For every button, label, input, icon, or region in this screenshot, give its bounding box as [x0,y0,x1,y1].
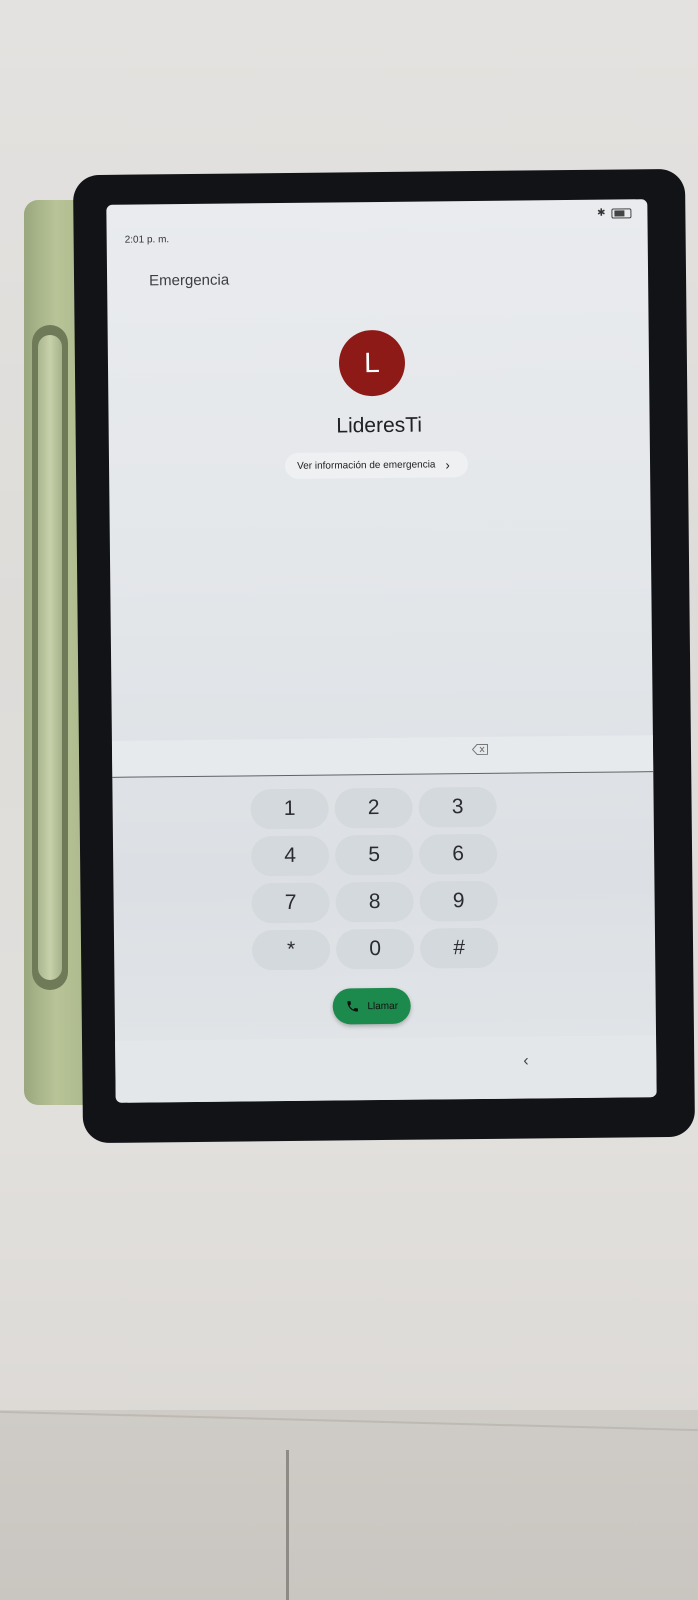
bluetooth-icon: ✱ [596,207,606,219]
chevron-right-icon: › [445,456,450,472]
emergency-info-button[interactable]: Ver información de emergencia › [284,451,468,479]
emergency-info-label: Ver información de emergencia [296,458,436,472]
page-title: Emergencia [149,271,230,290]
key-7[interactable]: 7 [251,882,330,924]
navigation-bar [115,1035,657,1103]
tile-seam [286,1450,289,1600]
phone-icon [347,1001,358,1012]
floor-background [0,1410,698,1600]
key-hash[interactable]: # [419,927,499,969]
dial-keypad: 1 2 3 4 5 6 7 8 9 * 0 # [250,786,500,971]
device-screen: 2:01 p. m. ✱ Emergencia L LideresTi Ver … [106,199,657,1103]
key-3[interactable]: 3 [418,786,497,828]
key-5[interactable]: 5 [334,834,414,876]
key-1[interactable]: 1 [250,788,329,830]
call-label: Llamar [367,1000,399,1012]
avatar-initial: L [364,347,380,379]
status-icons: ✱ [596,207,632,219]
number-input[interactable] [111,735,654,777]
key-star[interactable]: * [251,929,331,971]
key-8[interactable]: 8 [335,881,414,923]
key-6[interactable]: 6 [418,833,498,875]
back-icon[interactable]: ‹ [523,1052,529,1070]
avatar: L [338,329,406,397]
contact-name: LideresTi [336,413,423,438]
key-0[interactable]: 0 [335,928,415,970]
key-9[interactable]: 9 [419,880,498,922]
stylus-pen [38,335,62,980]
call-button[interactable]: Llamar [332,987,411,1025]
key-2[interactable]: 2 [334,787,413,829]
key-4[interactable]: 4 [250,835,330,877]
status-time: 2:01 p. m. [124,234,170,246]
battery-icon [611,207,632,219]
backspace-icon[interactable] [471,743,489,756]
